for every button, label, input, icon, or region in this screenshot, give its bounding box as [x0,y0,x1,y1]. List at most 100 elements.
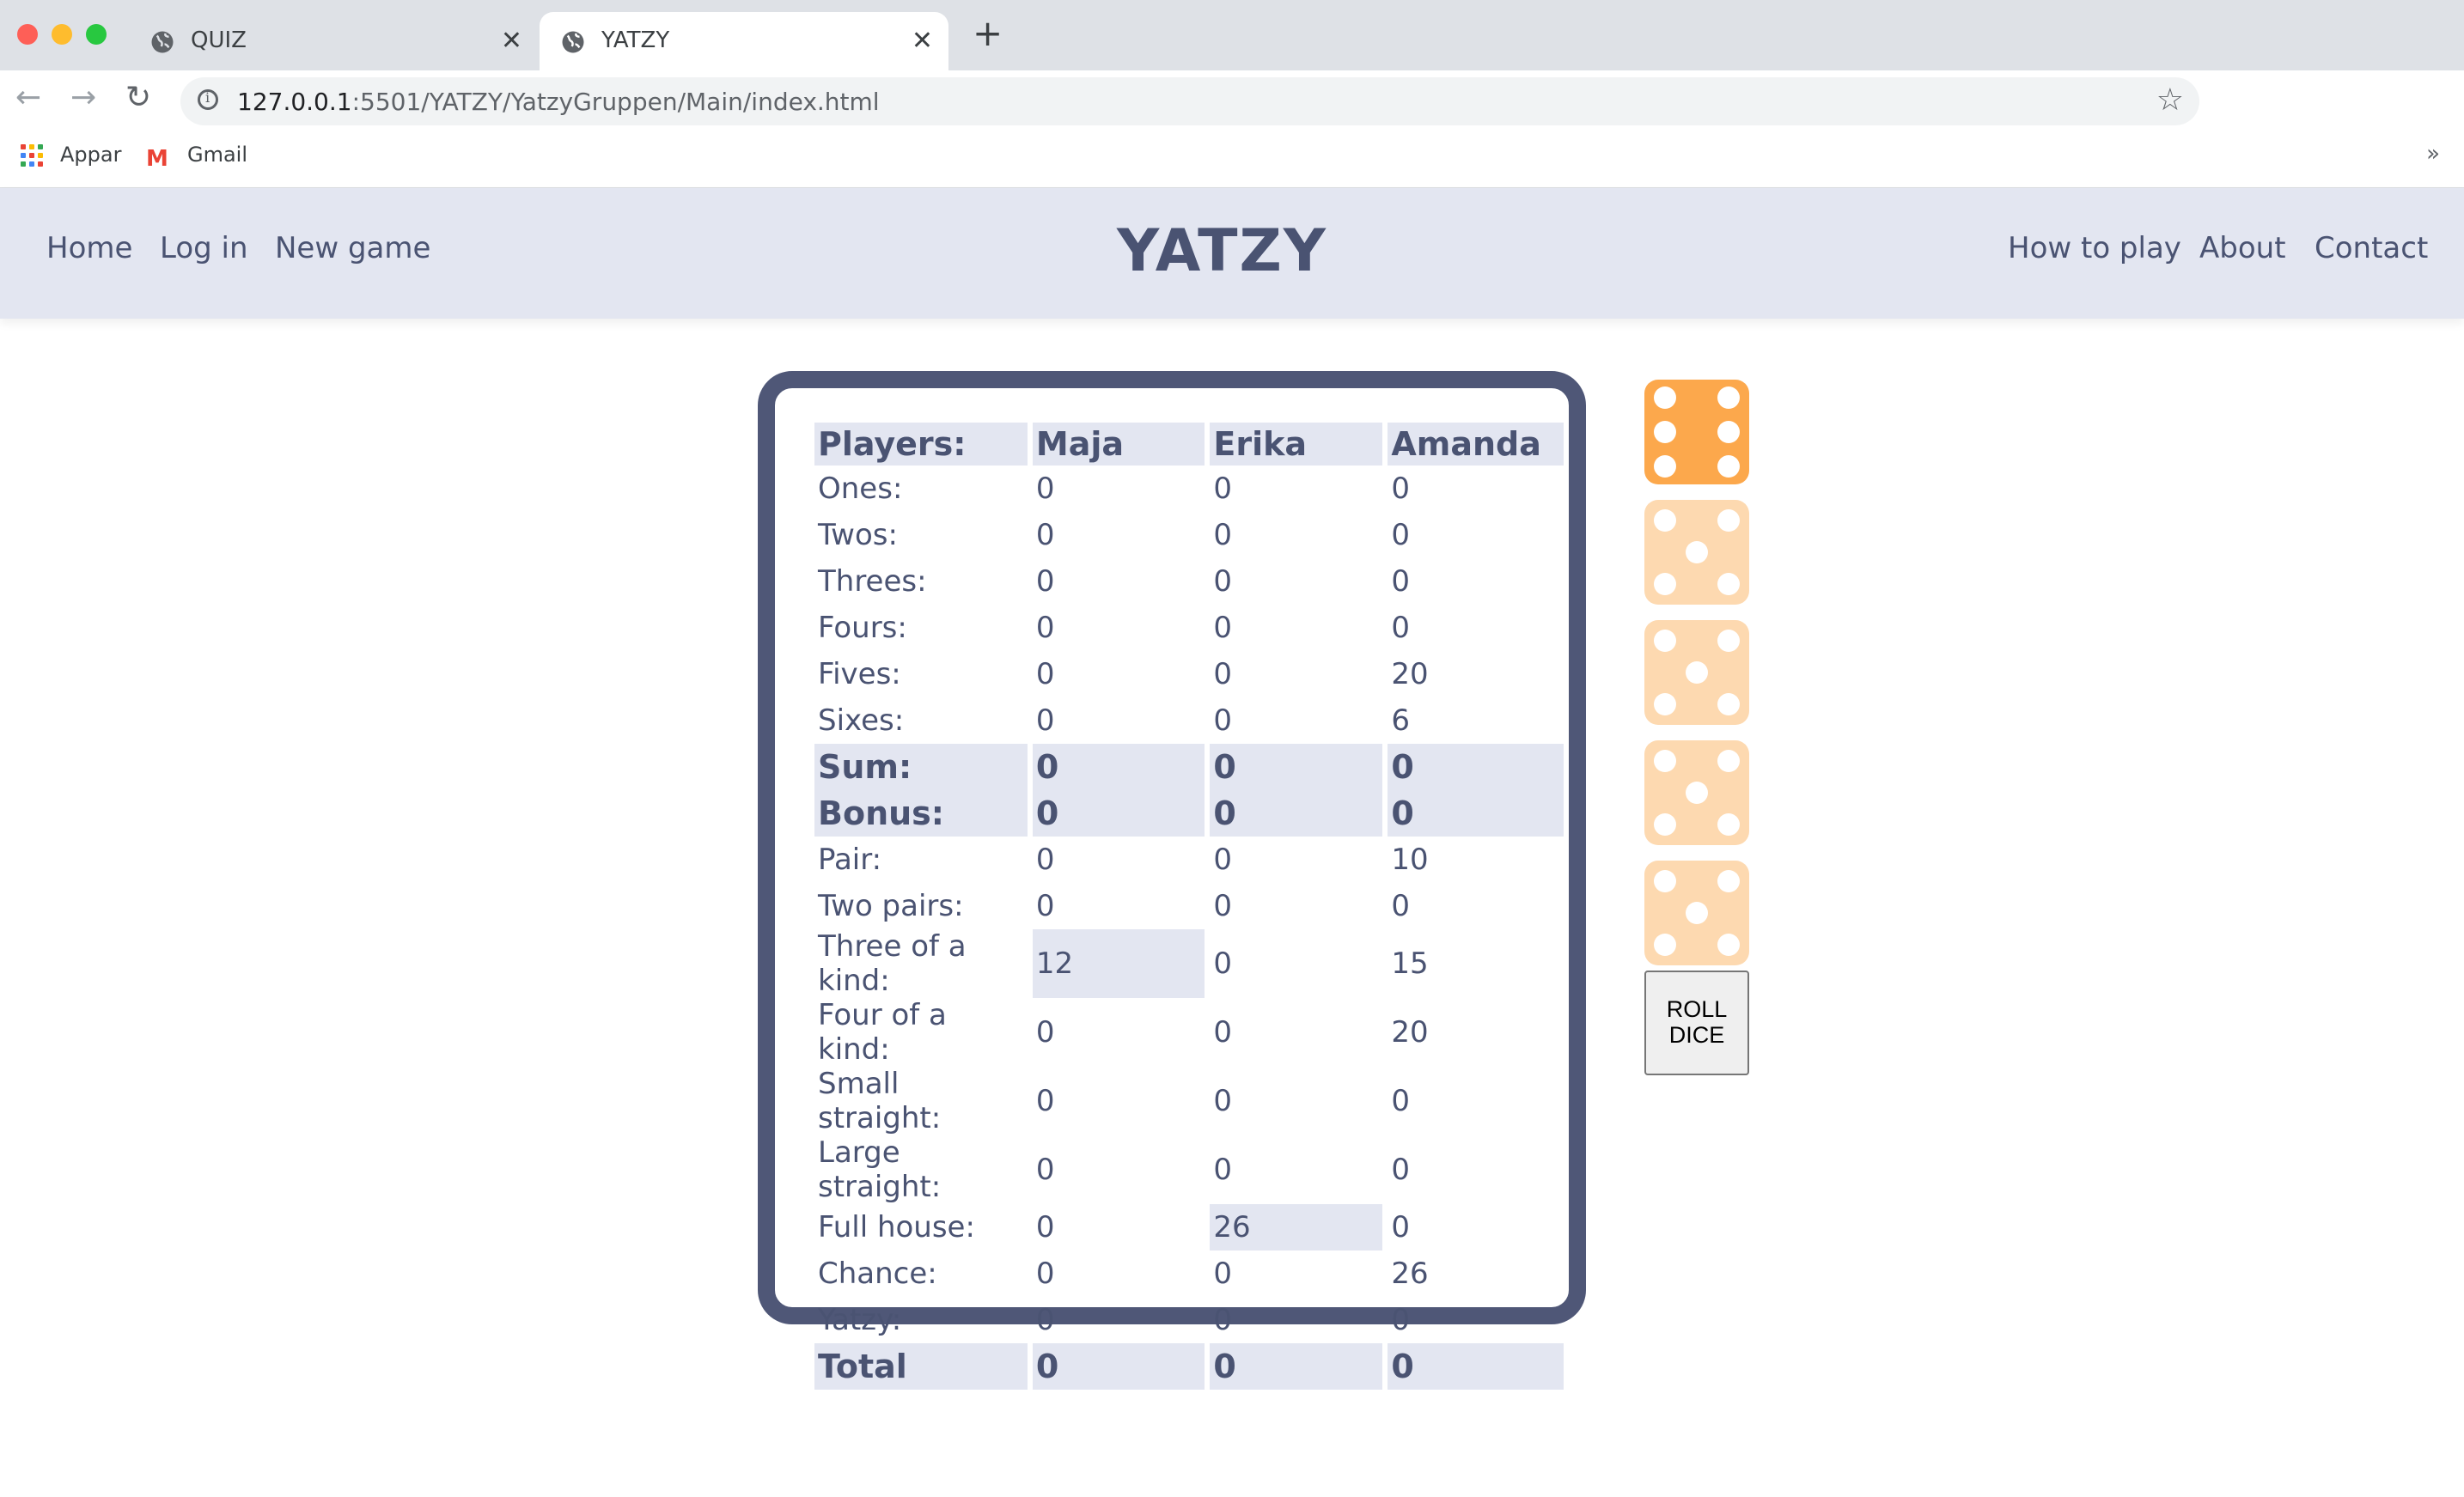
new-tab-plus-icon[interactable]: + [973,15,1003,52]
score-cell[interactable]: 15 [1388,929,1564,998]
score-row-label: Four of a kind: [818,998,947,1067]
die-pip [1717,933,1740,956]
address-bar[interactable]: 127.0.0.1:5501/YATZY/YatzyGruppen/Main/i… [180,77,2199,125]
score-cell[interactable]: 0 [1210,651,1382,697]
score-row: Small straight: 0 0 0 [814,1067,1564,1135]
score-cell[interactable]: 0 [1032,744,1205,790]
tab-title: QUIZ [191,27,247,53]
nav-home[interactable]: Home [46,231,132,265]
nav-about[interactable]: About [2199,231,2286,265]
score-row: Three of a kind: 12 0 15 [814,929,1564,998]
tab-yatzy[interactable]: YATZY ✕ [540,12,948,70]
score-cell[interactable]: 20 [1388,998,1564,1067]
score-cell[interactable]: 0 [1033,883,1205,929]
score-cell[interactable]: 0 [1388,790,1564,837]
die-5[interactable] [1644,861,1749,965]
nav-contact[interactable]: Contact [2315,231,2428,265]
nav-new-game[interactable]: New game [275,231,430,265]
browser-toolbar: ← → ↻ 127.0.0.1:5501/YATZY/YatzyGruppen/… [0,70,2464,131]
score-cell[interactable]: 0 [1033,558,1205,605]
score-cell[interactable]: 0 [1210,1251,1382,1297]
score-cell[interactable]: 0 [1210,697,1382,744]
score-cell[interactable]: 0 [1210,1297,1382,1343]
bookmark-gmail[interactable]: Gmail [187,143,247,167]
die-3[interactable] [1644,620,1749,725]
apps-grid-icon[interactable] [21,144,43,167]
score-cell[interactable]: 0 [1033,998,1205,1067]
score-row-label: Threes: [818,564,927,599]
score-row: Total 0 0 0 [814,1343,1564,1390]
die-pip [1686,782,1708,804]
reload-icon[interactable]: ↻ [125,82,151,113]
score-cell[interactable]: 0 [1033,651,1205,697]
back-arrow-icon[interactable]: ← [15,82,41,113]
score-cell[interactable]: 0 [1388,1297,1564,1343]
score-cell[interactable]: 0 [1210,837,1382,883]
score-cell[interactable]: 6 [1388,697,1564,744]
score-cell[interactable]: 0 [1033,1135,1205,1204]
gmail-icon[interactable]: M [146,148,168,170]
nav-how-to-play[interactable]: How to play [2008,231,2181,265]
window-minimize-button[interactable] [52,24,72,45]
score-cell[interactable]: 0 [1210,1067,1382,1135]
score-cell[interactable]: 0 [1388,1204,1564,1251]
window-close-button[interactable] [17,24,38,45]
score-cell[interactable]: 0 [1210,1343,1383,1390]
close-icon[interactable]: ✕ [912,26,933,56]
die-1[interactable] [1644,380,1749,484]
score-cell[interactable]: 0 [1033,605,1205,651]
close-icon[interactable]: ✕ [501,26,522,56]
roll-button-label: ROLL DICE [1666,996,1728,1048]
roll-dice-button[interactable]: ROLL DICE [1644,971,1749,1075]
score-cell[interactable]: 0 [1033,1297,1205,1343]
window-zoom-button[interactable] [86,24,107,45]
score-cell[interactable]: 26 [1388,1251,1564,1297]
score-cell[interactable]: 0 [1210,790,1383,837]
score-cell[interactable]: 0 [1033,1251,1205,1297]
score-cell[interactable]: 10 [1388,837,1564,883]
score-cell[interactable]: 0 [1033,1067,1205,1135]
score-cell[interactable]: 0 [1388,1067,1564,1135]
score-cell[interactable]: 0 [1210,883,1382,929]
bookmarks-overflow-icon[interactable]: » [2426,141,2440,167]
info-icon[interactable] [198,89,218,110]
score-row-label: Fives: [818,657,901,691]
score-cell[interactable]: 0 [1210,512,1382,558]
score-cell[interactable]: 0 [1210,558,1382,605]
score-cell[interactable]: 0 [1210,605,1382,651]
score-row-label: Chance: [818,1257,937,1291]
die-pip [1654,630,1677,653]
score-cell[interactable]: 0 [1388,605,1564,651]
score-cell[interactable]: 0 [1210,1135,1382,1204]
score-cell[interactable]: 0 [1388,744,1564,790]
score-cell[interactable]: 0 [1032,1343,1205,1390]
score-cell[interactable]: 0 [1388,1343,1564,1390]
score-cell[interactable]: 0 [1210,998,1382,1067]
score-cell[interactable]: 0 [1210,466,1382,512]
score-cell[interactable]: 0 [1210,744,1383,790]
score-cell[interactable]: 0 [1388,1135,1564,1204]
score-cell[interactable]: 12 [1032,929,1205,998]
die-4[interactable] [1644,740,1749,845]
score-cell[interactable]: 0 [1033,1204,1205,1251]
nav-log-in[interactable]: Log in [160,231,248,265]
score-cell[interactable]: 0 [1210,929,1382,998]
die-2[interactable] [1644,500,1749,605]
score-cell[interactable]: 0 [1032,790,1205,837]
score-cell[interactable]: 0 [1388,512,1564,558]
score-cell[interactable]: 0 [1033,466,1205,512]
score-cell[interactable]: 0 [1033,697,1205,744]
score-cell[interactable]: 0 [1388,558,1564,605]
bookmark-appar[interactable]: Appar [60,143,121,167]
score-cell[interactable]: 26 [1210,1204,1383,1251]
bookmark-star-icon[interactable]: ☆ [2156,82,2184,118]
score-cell[interactable]: 0 [1033,837,1205,883]
score-cell[interactable]: 0 [1388,883,1564,929]
forward-arrow-icon[interactable]: → [70,82,96,113]
score-cell[interactable]: 0 [1033,512,1205,558]
tab-quiz[interactable]: QUIZ ✕ [129,12,538,70]
score-cell[interactable]: 0 [1388,466,1564,512]
score-cell[interactable]: 20 [1388,651,1564,697]
die-pip [1686,541,1708,563]
globe-icon [562,31,584,53]
